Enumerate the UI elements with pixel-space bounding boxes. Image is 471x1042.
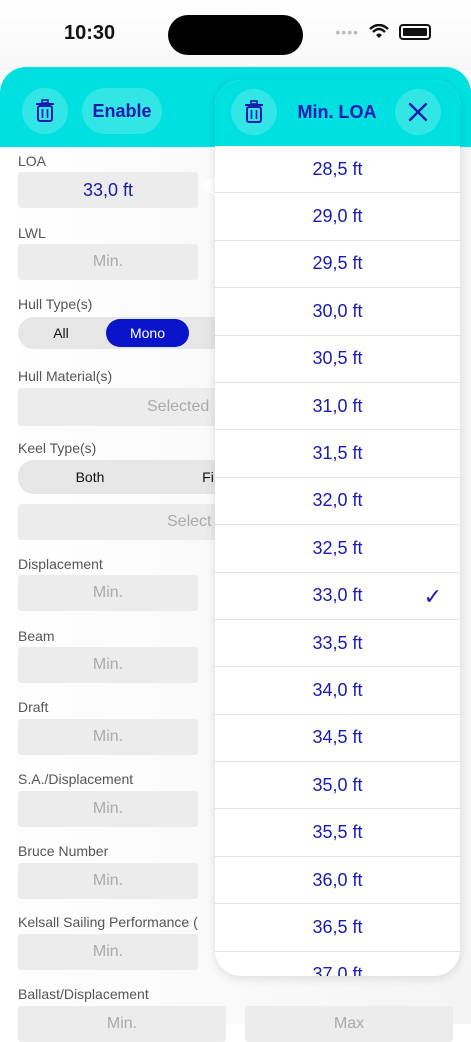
picker-item[interactable]: 35,0 ft: [215, 762, 460, 810]
picker-item-label: 31,5 ft: [312, 443, 363, 464]
status-icons: ••••: [335, 24, 431, 40]
hull-type-all[interactable]: All: [18, 317, 104, 349]
picker-item[interactable]: 31,5 ft: [215, 430, 460, 478]
picker-item-label: 33,0 ft: [312, 585, 363, 606]
kelsall-min-field[interactable]: Min.: [18, 934, 198, 970]
picker-item[interactable]: 37,0 ft: [215, 952, 460, 976]
picker-item[interactable]: 30,5 ft: [215, 336, 460, 383]
hull-type-mono[interactable]: Mono: [106, 319, 189, 347]
trash-icon: [36, 99, 54, 122]
loa-min-field[interactable]: 33,0 ft: [18, 172, 198, 208]
draft-min-field[interactable]: Min.: [18, 719, 198, 755]
picker-item[interactable]: 34,0 ft: [215, 667, 460, 715]
picker-item-label: 34,5 ft: [312, 727, 363, 748]
ballast-displacement-label: Ballast/Displacement: [18, 986, 149, 1002]
picker-title: Min. LOA: [297, 102, 377, 122]
picker-item-label: 31,0 ft: [312, 395, 363, 416]
picker-item[interactable]: 29,5 ft: [215, 241, 460, 289]
min-loa-picker: Min. LOA 28,5 ft 29,0 ft 29,5 ft 30,0 ft 30,…: [215, 80, 460, 976]
picker-item[interactable]: 32,0 ft: [215, 478, 460, 526]
picker-close-button[interactable]: [395, 89, 441, 135]
picker-item-label: 36,5 ft: [312, 916, 363, 937]
picker-item-label: 32,5 ft: [312, 537, 363, 558]
enable-button[interactable]: Enable: [82, 88, 162, 134]
picker-item-label: 36,0 ft: [312, 869, 363, 890]
picker-item-label: 35,5 ft: [312, 822, 363, 843]
picker-item[interactable]: 33,5 ft: [215, 620, 460, 668]
picker-item-label: 29,0 ft: [312, 206, 363, 227]
picker-item[interactable]: 30,0 ft: [215, 288, 460, 336]
wifi-icon: [369, 24, 389, 38]
signal-icon: ••••: [335, 24, 359, 40]
ballast-max-field[interactable]: Max: [245, 1006, 453, 1042]
kelsall-label: Kelsall Sailing Performance (: [18, 914, 198, 930]
ballast-min-field[interactable]: Min.: [18, 1006, 226, 1042]
picker-item-label: 30,5 ft: [312, 348, 363, 369]
picker-item[interactable]: 35,5 ft: [215, 809, 460, 857]
trash-icon: [245, 100, 263, 123]
hull-types-label: Hull Type(s): [18, 296, 93, 312]
draft-label: Draft: [18, 699, 49, 715]
picker-item[interactable]: 32,5 ft: [215, 525, 460, 573]
picker-item-label: 37,0 ft: [312, 964, 363, 976]
hull-material-label: Hull Material(s): [18, 368, 113, 384]
picker-header: Min. LOA: [215, 80, 460, 146]
picker-list: 28,5 ft 29,0 ft 29,5 ft 30,0 ft 30,5 ft 31,0 …: [215, 146, 460, 976]
close-icon: [408, 102, 428, 122]
picker-item-label: 35,0 ft: [312, 774, 363, 795]
beam-min-field[interactable]: Min.: [18, 647, 198, 683]
displacement-label: Displacement: [18, 556, 103, 572]
picker-item[interactable]: 34,5 ft: [215, 715, 460, 763]
status-bar: 10:30 ••••: [0, 0, 471, 70]
battery-icon: [399, 24, 431, 40]
lwl-min-field[interactable]: Min.: [18, 244, 198, 280]
bruce-number-min-field[interactable]: Min.: [18, 863, 198, 899]
picker-item[interactable]: 33,0 ft ✓: [215, 573, 460, 620]
sa-displacement-label: S.A./Displacement: [18, 771, 134, 787]
picker-item-label: 32,0 ft: [312, 490, 363, 511]
displacement-min-field[interactable]: Min.: [18, 575, 198, 611]
beam-label: Beam: [18, 628, 55, 644]
bruce-number-label: Bruce Number: [18, 843, 109, 859]
picker-item[interactable]: 28,5 ft: [215, 146, 460, 194]
picker-item-label: 34,0 ft: [312, 679, 363, 700]
picker-item-label: 30,0 ft: [312, 300, 363, 321]
checkmark-icon: ✓: [423, 583, 442, 609]
picker-item[interactable]: 36,0 ft: [215, 857, 460, 905]
keel-types-label: Keel Type(s): [18, 440, 97, 456]
picker-item-label: 29,5 ft: [312, 253, 363, 274]
clear-filters-button[interactable]: [22, 88, 68, 134]
picker-item[interactable]: 31,0 ft: [215, 383, 460, 431]
picker-item-label: 33,5 ft: [312, 632, 363, 653]
picker-clear-button[interactable]: [231, 89, 277, 135]
picker-item-label: 28,5 ft: [312, 158, 363, 179]
keel-type-both[interactable]: Both: [18, 460, 162, 494]
dynamic-island: [168, 15, 303, 55]
picker-item[interactable]: 36,5 ft: [215, 904, 460, 952]
sa-displacement-min-field[interactable]: Min.: [18, 791, 198, 827]
lwl-label: LWL: [18, 225, 46, 241]
loa-label: LOA: [18, 153, 47, 169]
picker-item[interactable]: 29,0 ft: [215, 193, 460, 241]
status-time: 10:30: [64, 22, 116, 44]
popover-arrow: [200, 176, 215, 196]
